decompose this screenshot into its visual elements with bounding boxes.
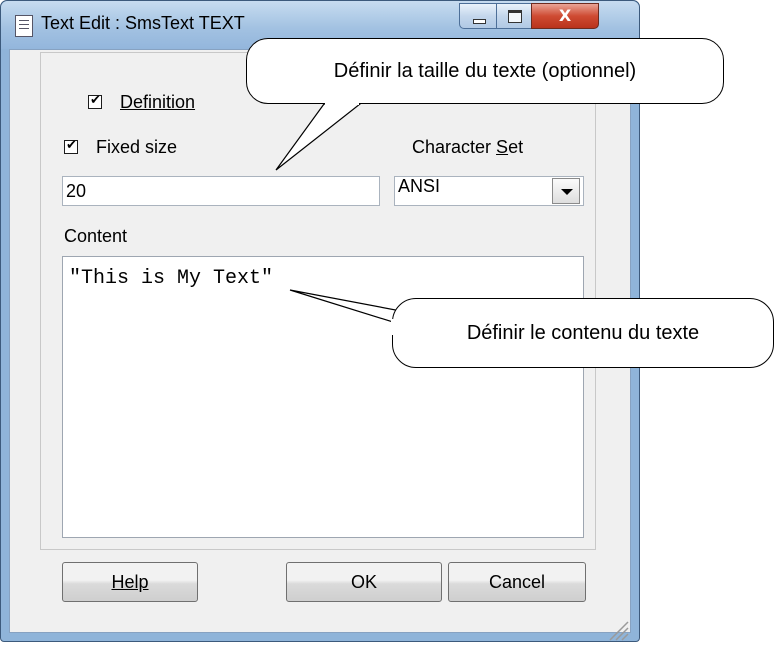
size-callout-pointer xyxy=(275,103,362,171)
pointer-join-right xyxy=(391,319,394,335)
content-callout: Définir le contenu du texte xyxy=(392,298,774,368)
pointer-join-top xyxy=(325,102,359,105)
size-callout: Définir la taille du texte (optionnel) xyxy=(246,38,724,104)
